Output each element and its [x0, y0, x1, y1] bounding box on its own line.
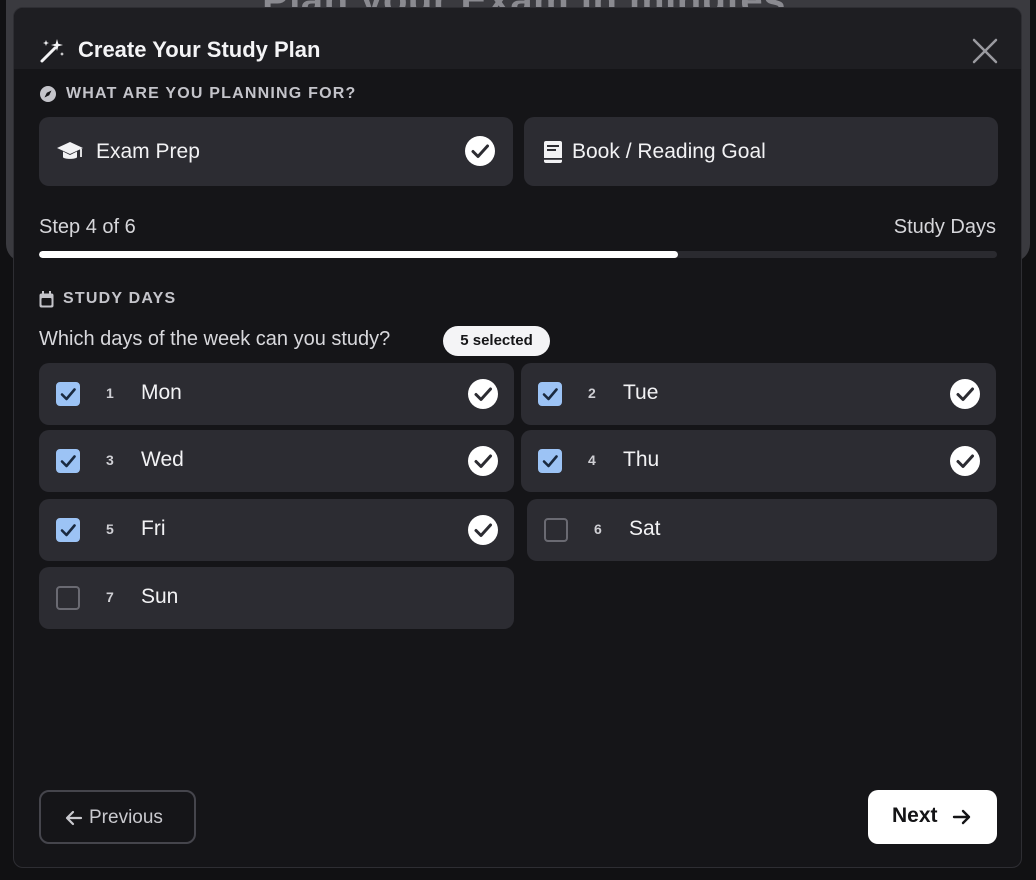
calendar-icon	[39, 291, 54, 308]
selected-count-badge: 5 selected	[443, 326, 550, 356]
checkmark-icon	[542, 388, 558, 401]
day-checkbox[interactable]	[56, 586, 80, 610]
arrow-left-icon	[65, 810, 83, 826]
step-name: Study Days	[893, 216, 996, 238]
check-circle-icon	[465, 136, 495, 166]
progress-fill	[39, 251, 678, 258]
day-name: Sat	[629, 517, 661, 540]
day-number: 4	[588, 452, 596, 468]
magic-wand-icon	[40, 39, 64, 63]
step-counter: Step 4 of 6	[39, 216, 136, 238]
compass-icon	[40, 86, 56, 102]
day-number: 3	[106, 452, 114, 468]
day-checkbox[interactable]	[56, 518, 80, 542]
day-card-wed[interactable]: 3 Wed	[39, 430, 514, 492]
checkmark-icon	[60, 524, 76, 537]
study-plan-modal: Create Your Study Plan WHAT ARE YOU PLAN…	[13, 7, 1022, 868]
graduation-cap-icon	[57, 142, 83, 159]
day-number: 5	[106, 521, 114, 537]
study-days-section-label: STUDY DAYS	[63, 290, 177, 307]
day-name: Sun	[141, 585, 179, 608]
check-circle-icon	[950, 379, 980, 409]
previous-button-label: Previous	[89, 807, 163, 828]
day-checkbox[interactable]	[56, 382, 80, 406]
close-icon[interactable]	[969, 35, 1001, 67]
check-circle-icon	[468, 379, 498, 409]
day-card-mon[interactable]: 1 Mon	[39, 363, 514, 425]
study-days-question: Which days of the week can you study?	[39, 328, 391, 350]
checkmark-icon	[542, 455, 558, 468]
next-button-label: Next	[892, 804, 938, 827]
plan-option-label: Book / Reading Goal	[572, 140, 766, 163]
day-card-fri[interactable]: 5 Fri	[39, 499, 514, 561]
day-card-thu[interactable]: 4 Thu	[521, 430, 996, 492]
day-name: Mon	[141, 381, 182, 404]
book-icon	[544, 141, 562, 163]
day-checkbox[interactable]	[538, 449, 562, 473]
progress-bar	[39, 251, 997, 258]
day-checkbox[interactable]	[56, 449, 80, 473]
check-circle-icon	[950, 446, 980, 476]
plan-option-exam-prep[interactable]: Exam Prep	[39, 117, 513, 186]
arrow-right-icon	[952, 809, 971, 825]
day-name: Tue	[623, 381, 659, 404]
day-number: 1	[106, 385, 114, 401]
planning-section-label: WHAT ARE YOU PLANNING FOR?	[66, 85, 357, 102]
check-circle-icon	[468, 446, 498, 476]
day-name: Thu	[623, 448, 660, 471]
previous-button[interactable]: Previous	[39, 790, 196, 844]
checkmark-icon	[60, 388, 76, 401]
day-checkbox[interactable]	[538, 382, 562, 406]
checkmark-icon	[60, 455, 76, 468]
next-button[interactable]: Next	[868, 790, 997, 844]
day-checkbox[interactable]	[544, 518, 568, 542]
day-name: Wed	[141, 448, 184, 471]
day-number: 6	[594, 521, 602, 537]
plan-option-label: Exam Prep	[96, 140, 200, 163]
day-card-tue[interactable]: 2 Tue	[521, 363, 996, 425]
modal-title: Create Your Study Plan	[78, 37, 321, 62]
day-card-sun[interactable]: 7 Sun	[39, 567, 514, 629]
day-number: 2	[588, 385, 596, 401]
plan-option-reading-goal[interactable]: Book / Reading Goal	[524, 117, 998, 186]
check-circle-icon	[468, 515, 498, 545]
day-number: 7	[106, 589, 114, 605]
day-name: Fri	[141, 517, 166, 540]
day-card-sat[interactable]: 6 Sat	[527, 499, 997, 561]
